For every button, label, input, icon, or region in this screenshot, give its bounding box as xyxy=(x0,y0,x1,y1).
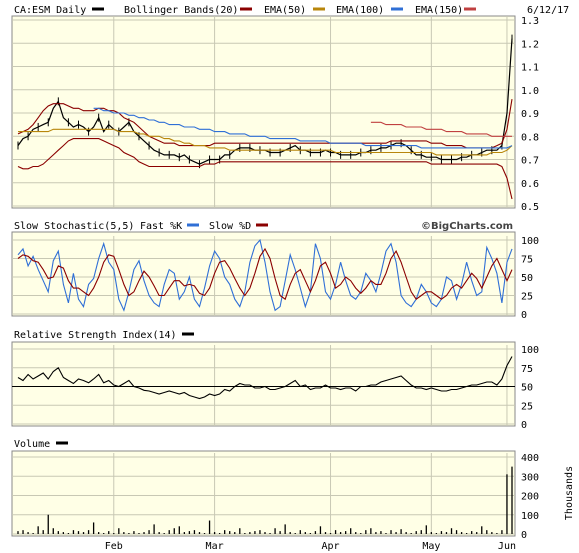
y-tick-label: 25 xyxy=(521,292,533,303)
volume-panel xyxy=(11,450,516,537)
bollinger-legend-label: Bollinger Bands(20) xyxy=(124,5,238,16)
volume-ylabel: Thousands xyxy=(564,466,575,520)
x-tick-label: Jun xyxy=(498,541,516,552)
slow-d-legend-label: Slow %D xyxy=(209,221,251,232)
fast-k-legend-label: Fast %K xyxy=(140,221,182,232)
stochastic-title: Slow Stochastic(5,5) xyxy=(14,221,134,232)
y-tick-label: 0.7 xyxy=(521,156,539,167)
rsi-title: Relative Strength Index(14) xyxy=(14,330,177,341)
y-tick-label: 100 xyxy=(521,511,539,522)
y-tick-label: 25 xyxy=(521,401,533,412)
x-tick-label: Feb xyxy=(105,541,123,552)
y-tick-label: 100 xyxy=(521,345,539,356)
ema50-legend-label: EMA(50) xyxy=(264,5,306,16)
date-label: 6/12/17 xyxy=(527,5,569,16)
y-tick-label: 200 xyxy=(521,492,539,503)
y-tick-label: 0.9 xyxy=(521,109,539,120)
y-tick-label: 400 xyxy=(521,453,539,464)
y-tick-label: 75 xyxy=(521,364,533,375)
y-tick-label: 0 xyxy=(521,420,527,431)
y-tick-label: 1.0 xyxy=(521,86,539,97)
volume-title: Volume xyxy=(14,439,50,450)
y-tick-label: 0.5 xyxy=(521,202,539,213)
y-tick-label: 50 xyxy=(521,273,533,284)
x-tick-label: May xyxy=(422,541,440,552)
ema100-legend-label: EMA(100) xyxy=(336,5,384,16)
chart-container: 1.3 1.2 1.1 1.0 0.9 0.8 0.7 0.6 0.5 100 75 50 25 0 100… xyxy=(0,0,579,553)
y-tick-label: 75 xyxy=(521,255,533,266)
y-tick-label: 100 xyxy=(521,236,539,247)
y-tick-label: 1.2 xyxy=(521,39,539,50)
y-tick-label: 0.8 xyxy=(521,132,539,143)
y-tick-label: 0 xyxy=(521,530,527,541)
y-tick-label: 1.1 xyxy=(521,63,539,74)
bigcharts-credit: ©BigCharts.com xyxy=(421,221,513,232)
x-tick-label: Apr xyxy=(321,541,339,552)
price-panel xyxy=(11,15,516,209)
y-tick-label: 50 xyxy=(521,383,533,394)
y-tick-label: 0.6 xyxy=(521,179,539,190)
symbol-label: CA:ESM Daily xyxy=(14,5,86,16)
chart-svg: 1.3 1.2 1.1 1.0 0.9 0.8 0.7 0.6 0.5 100 75 50 25 0 100… xyxy=(11,5,575,552)
y-tick-label: 300 xyxy=(521,472,539,483)
stochastic-panel xyxy=(11,231,516,317)
y-tick-label: 1.3 xyxy=(521,16,539,27)
x-tick-label: Mar xyxy=(206,541,224,552)
y-tick-label: 0 xyxy=(521,310,527,321)
rsi-panel xyxy=(11,341,516,427)
ema150-legend-label: EMA(150) xyxy=(415,5,463,16)
